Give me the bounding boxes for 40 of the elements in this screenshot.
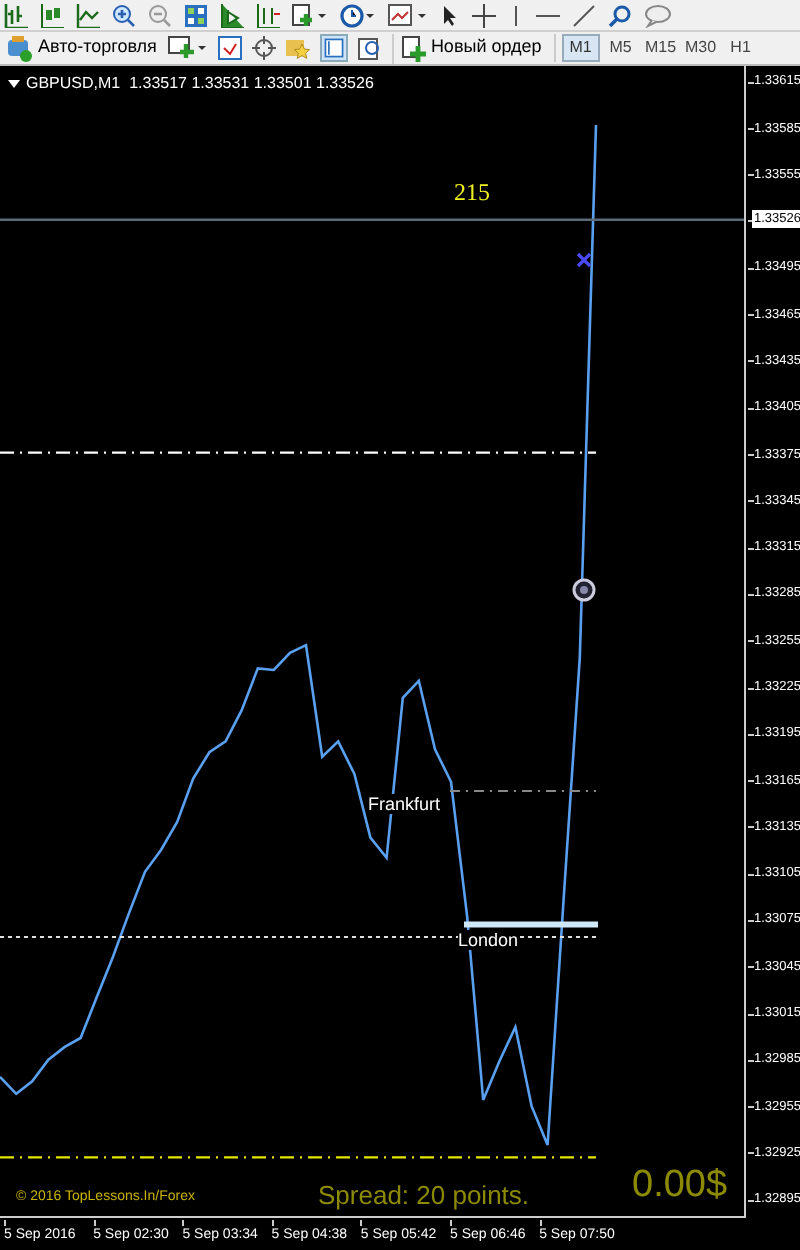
cross-marker-icon	[576, 252, 592, 268]
timeframe-tab[interactable]: M15	[641, 34, 680, 62]
chart-shift-icon[interactable]	[256, 3, 280, 27]
autotrading-button[interactable]: Авто-торговля	[4, 33, 159, 63]
add-chart-icon[interactable]	[168, 36, 209, 60]
timeframe-tab[interactable]: M5	[601, 34, 640, 62]
zoom-in-icon[interactable]	[112, 3, 136, 27]
timeframe-tab[interactable]: M30	[681, 34, 720, 62]
bar-chart-icon[interactable]	[4, 3, 28, 27]
counter-label: 215	[454, 176, 490, 210]
tile-windows-icon[interactable]	[184, 3, 208, 27]
cursor-icon[interactable]	[440, 3, 460, 27]
strategy-tester-icon[interactable]	[358, 36, 383, 60]
crosshair-icon[interactable]	[472, 3, 496, 27]
navigator-icon[interactable]	[252, 36, 277, 60]
template-icon[interactable]	[388, 3, 428, 27]
timeframe-tab[interactable]: H1	[721, 34, 760, 62]
timeframe-tab[interactable]: M1	[561, 34, 600, 62]
star-folder-icon[interactable]	[286, 36, 311, 60]
robot-icon	[6, 35, 34, 61]
new-chart-icon[interactable]	[292, 3, 328, 27]
circle-marker-icon	[572, 578, 596, 602]
profit-label: 0.00$	[632, 1162, 728, 1210]
line-chart-icon[interactable]	[76, 3, 100, 27]
candlestick-icon[interactable]	[40, 3, 64, 27]
chat-icon[interactable]	[644, 3, 672, 27]
session-label: Frankfurt	[368, 794, 441, 814]
new-order-button[interactable]: Новый ордер	[392, 33, 544, 63]
clock-icon[interactable]	[340, 3, 376, 27]
market-watch-icon[interactable]	[218, 36, 243, 60]
trendline-icon[interactable]	[572, 3, 596, 27]
new-order-icon	[402, 35, 427, 61]
session-label: London	[458, 930, 519, 950]
terminal-icon[interactable]	[320, 34, 349, 62]
london-bar	[464, 921, 598, 928]
spread-label: Spread: 20 points.	[318, 1178, 530, 1214]
chart-header: GBPUSD,M1 1.33517 1.33531 1.33501 1.33526	[26, 72, 374, 96]
dropdown-icon[interactable]	[8, 80, 20, 88]
auto-scroll-icon[interactable]	[220, 3, 244, 27]
search-icon[interactable]	[608, 3, 632, 27]
